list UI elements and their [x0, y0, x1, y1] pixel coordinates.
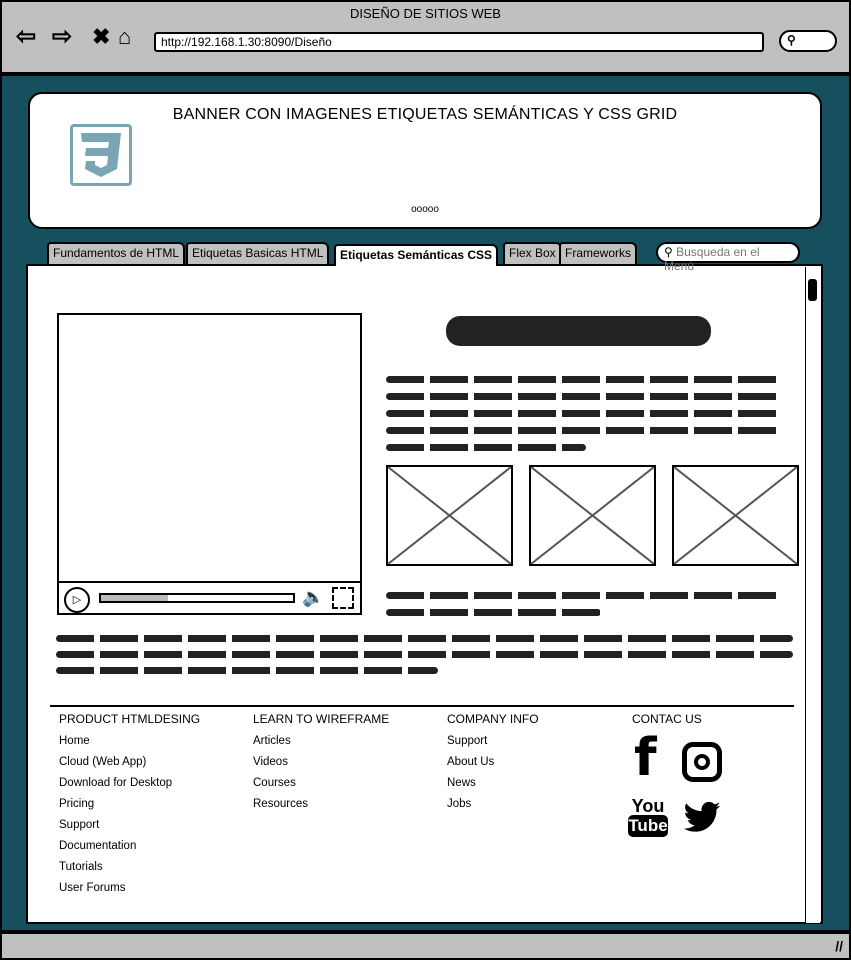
- banner-title: BANNER CON IMAGENES ETIQUETAS SEMÁNTICAS…: [172, 106, 678, 123]
- resize-grip-icon[interactable]: //: [835, 938, 843, 954]
- footer-col-contact: CONTAC US: [632, 712, 702, 726]
- footer-heading: CONTAC US: [632, 712, 702, 726]
- footer-link[interactable]: Tutorials: [59, 860, 200, 874]
- forward-icon[interactable]: ⇨: [52, 24, 72, 50]
- footer-divider: [50, 705, 794, 707]
- play-icon[interactable]: ▷: [64, 587, 90, 613]
- video-player[interactable]: ▷ 🔈: [57, 313, 362, 615]
- footer-link[interactable]: Resources: [253, 797, 389, 811]
- scrollbar-thumb[interactable]: [808, 279, 817, 301]
- address-bar[interactable]: http://192.168.1.30:8090/Diseño: [154, 32, 764, 52]
- tab-etiquetas-basicas[interactable]: Etiquetas Basicas HTML: [186, 242, 330, 264]
- footer-link[interactable]: User Forums: [59, 881, 200, 895]
- youtube-tube-text: Tube: [628, 815, 668, 837]
- home-icon[interactable]: ⌂: [118, 24, 131, 50]
- footer-link[interactable]: About Us: [447, 755, 539, 769]
- footer-link[interactable]: Jobs: [447, 797, 539, 811]
- twitter-icon[interactable]: [680, 798, 724, 843]
- footer-link[interactable]: Articles: [253, 734, 389, 748]
- instagram-icon[interactable]: [682, 742, 722, 782]
- video-controls: ▷ 🔈: [59, 581, 360, 613]
- video-progress-track[interactable]: [99, 593, 295, 603]
- footer-link[interactable]: Courses: [253, 776, 389, 790]
- footer-link[interactable]: Cloud (Web App): [59, 755, 200, 769]
- browser-search[interactable]: ⚲: [779, 30, 837, 52]
- footer-heading: LEARN TO WIREFRAME: [253, 712, 390, 726]
- css3-logo-icon: [70, 124, 132, 186]
- caption-scribble: [386, 592, 781, 616]
- footer-col-company: COMPANY INFO Support About Us News Jobs: [447, 712, 539, 818]
- footer-link[interactable]: Pricing: [59, 797, 200, 811]
- search-icon: ⚲: [787, 33, 796, 47]
- footer-link[interactable]: Videos: [253, 755, 389, 769]
- youtube-icon[interactable]: You Tube: [628, 797, 668, 837]
- image-placeholder: [672, 465, 799, 566]
- footer-link[interactable]: News: [447, 776, 539, 790]
- banner: BANNER CON IMAGENES ETIQUETAS SEMÁNTICAS…: [28, 92, 822, 229]
- window-title: DISEÑO DE SITIOS WEB: [350, 6, 501, 21]
- text-scribble: [56, 635, 793, 674]
- tab-frameworks[interactable]: Frameworks: [559, 242, 638, 264]
- menu-search-input[interactable]: ⚲ Busqueda en el Menú: [656, 242, 800, 273]
- facebook-icon[interactable]: f: [634, 732, 657, 784]
- volume-icon[interactable]: 🔈: [302, 587, 324, 608]
- footer-col-product: PRODUCT HTMLDESING Home Cloud (Web App) Do…: [59, 712, 200, 902]
- footer-heading: PRODUCT HTMLDESING: [59, 712, 201, 726]
- youtube-you-text: You: [631, 796, 665, 816]
- fullscreen-icon[interactable]: [332, 587, 354, 609]
- carousel-pager[interactable]: ooooo: [30, 204, 820, 215]
- scrollbar[interactable]: [805, 267, 820, 923]
- status-bar: //: [0, 932, 851, 960]
- footer-link[interactable]: Home: [59, 734, 200, 748]
- image-placeholder: [529, 465, 656, 566]
- footer-link[interactable]: Download for Desktop: [59, 776, 200, 790]
- footer-link[interactable]: Support: [59, 818, 200, 832]
- paragraph-scribble: [386, 376, 781, 451]
- footer-heading: COMPANY INFO: [447, 712, 539, 726]
- footer-link[interactable]: Documentation: [59, 839, 200, 853]
- video-progress-fill: [101, 595, 169, 601]
- footer-col-learn: LEARN TO WIREFRAME Articles Videos Courses…: [253, 712, 389, 818]
- back-icon[interactable]: ⇦: [16, 24, 36, 50]
- footer-link[interactable]: Support: [447, 734, 539, 748]
- tab-fundamentos[interactable]: Fundamentos de HTML: [47, 242, 186, 264]
- search-icon: ⚲: [664, 245, 677, 259]
- stop-icon[interactable]: ✖: [92, 24, 110, 50]
- tab-flex-box[interactable]: Flex Box: [503, 242, 562, 264]
- image-placeholder: [386, 465, 513, 566]
- heading-scribble: [446, 316, 711, 346]
- tab-etiquetas-semanticas[interactable]: Etiquetas Semánticas CSS: [334, 244, 499, 266]
